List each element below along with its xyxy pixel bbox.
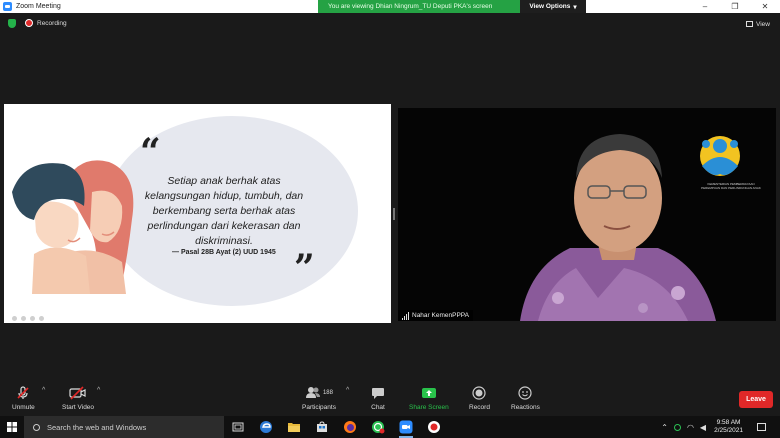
start-button[interactable]: [0, 416, 24, 438]
record-button[interactable]: Record: [469, 386, 490, 411]
record-dot-icon: [25, 19, 33, 27]
chat-button[interactable]: Chat: [371, 386, 385, 411]
participants-options-caret[interactable]: ^: [346, 387, 349, 394]
video-options-caret[interactable]: ^: [97, 387, 100, 394]
kemenpppa-logo-icon: [700, 136, 740, 176]
unmute-label: Unmute: [12, 404, 35, 411]
taskbar-search-placeholder: Search the web and Windows: [47, 422, 147, 432]
start-video-label: Start Video: [62, 404, 95, 411]
clock-date: 2/25/2021: [714, 427, 743, 434]
volume-icon[interactable]: ◀: [700, 423, 706, 432]
chat-icon: [371, 386, 385, 400]
firefox-icon[interactable]: [343, 420, 357, 434]
slide-quote-source: — Pasal 28B Ayat (2) UUD 1945: [172, 249, 276, 256]
view-options-button[interactable]: View Options ▾: [520, 0, 586, 13]
window-title: Zoom Meeting: [16, 3, 61, 10]
slide-controls[interactable]: [12, 316, 44, 321]
system-tray: ⌃ ◠ ◀ 9:58 AM 2/25/2021: [661, 416, 780, 438]
logo-caption: KEMENTERIAN PEMBERDAYAAN PEREMPUAN DAN P…: [701, 182, 761, 190]
share-screen-icon: [421, 386, 437, 400]
whatsapp-icon[interactable]: [371, 420, 385, 434]
zoom-window: Zoom Meeting – ❐ ✕ You are viewing Dhian…: [0, 0, 780, 438]
share-screen-button[interactable]: Share Screen: [409, 386, 449, 411]
signal-bars-icon: [402, 311, 409, 320]
close-button[interactable]: ✕: [750, 0, 780, 13]
notification-icon[interactable]: [757, 423, 766, 431]
view-options-label: View Options: [529, 3, 571, 10]
mic-muted-icon: [16, 386, 30, 400]
windows-logo-icon: [7, 422, 17, 432]
tray-app-icon[interactable]: [673, 423, 681, 431]
reactions-button[interactable]: Reactions: [511, 386, 540, 411]
taskbar-search-input[interactable]: Search the web and Windows: [24, 416, 224, 438]
meeting-toolbar: Unmute ^ Start Video ^ 188 Participants …: [0, 382, 780, 416]
open-quote-mark: “: [140, 131, 161, 173]
tray-expand-icon[interactable]: ⌃: [661, 423, 668, 432]
store-icon[interactable]: [315, 420, 329, 434]
participants-button[interactable]: 188 Participants: [302, 386, 336, 411]
share-banner-message: You are viewing Dhian Ningrum_TU Deputi …: [328, 3, 493, 10]
edge-browser-icon[interactable]: [259, 420, 273, 434]
slide-quote-text: Setiap anak berhak atas kelangsungan hid…: [144, 175, 304, 247]
zoom-taskbar-icon[interactable]: [399, 420, 413, 438]
audio-options-caret[interactable]: ^: [42, 387, 45, 394]
start-video-button[interactable]: Start Video: [62, 386, 94, 411]
system-clock[interactable]: 9:58 AM 2/25/2021: [714, 419, 743, 435]
participant-video-feed: [398, 108, 776, 321]
windows-taskbar: Search the web and Windows ⌃ ◠ ◀ 9:58 AM…: [0, 416, 780, 438]
slide-control-dot[interactable]: [39, 316, 44, 321]
reactions-icon: [518, 386, 533, 400]
record-app-icon[interactable]: [427, 420, 441, 434]
task-view-icon[interactable]: [231, 420, 245, 434]
maximize-button[interactable]: ❐: [720, 0, 750, 13]
slide-control-dot[interactable]: [12, 316, 17, 321]
window-controls: – ❐ ✕: [690, 0, 780, 13]
view-button[interactable]: View: [742, 18, 774, 30]
security-shield-icon[interactable]: [8, 19, 16, 28]
wifi-icon[interactable]: ◠: [687, 423, 694, 432]
clock-time: 9:58 AM: [716, 419, 741, 426]
chat-label: Chat: [371, 404, 385, 411]
recording-indicator: Recording: [25, 19, 67, 27]
grid-icon: [746, 21, 754, 27]
recording-label: Recording: [37, 19, 67, 27]
participant-name-tag: Nahar KemenPPPA: [398, 310, 473, 321]
record-label: Record: [469, 404, 490, 411]
slide-control-dot[interactable]: [21, 316, 26, 321]
view-label: View: [756, 20, 770, 28]
minimize-button[interactable]: –: [690, 0, 720, 13]
shared-screen: “ Setiap anak berhak atas kelangsungan h…: [4, 104, 391, 323]
search-icon: [33, 423, 40, 431]
reactions-label: Reactions: [511, 404, 540, 411]
participant-video-tile[interactable]: KEMENTERIAN PEMBERDAYAAN PEREMPUAN DAN P…: [398, 108, 776, 321]
participants-icon: 188: [305, 386, 333, 400]
record-icon: [472, 386, 487, 400]
participants-count: 188: [322, 390, 333, 396]
unmute-button[interactable]: Unmute: [12, 386, 35, 411]
file-explorer-icon[interactable]: [287, 420, 301, 434]
children-illustration: [12, 160, 134, 294]
share-screen-label: Share Screen: [409, 404, 449, 411]
screen-share-banner: You are viewing Dhian Ningrum_TU Deputi …: [318, 0, 586, 13]
zoom-app-icon: [3, 2, 12, 11]
participant-name: Nahar KemenPPPA: [412, 312, 469, 319]
chevron-down-icon: ▾: [573, 3, 577, 11]
close-quote-mark: ”: [294, 247, 315, 289]
participants-label: Participants: [302, 404, 336, 411]
slide-control-dot[interactable]: [30, 316, 35, 321]
leave-button[interactable]: Leave: [739, 391, 773, 408]
video-off-icon: [69, 386, 87, 400]
split-view-handle[interactable]: [393, 208, 395, 220]
